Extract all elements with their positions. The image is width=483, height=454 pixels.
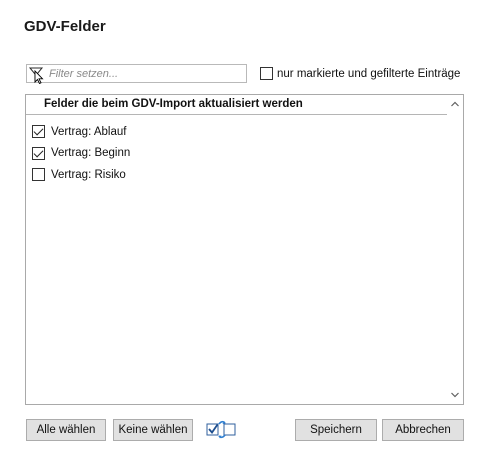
item-label: Vertrag: Beginn xyxy=(51,147,131,160)
item-label: Vertrag: Ablauf xyxy=(51,125,127,138)
item-label: Vertrag: Risiko xyxy=(51,168,126,181)
list-scrollbar[interactable] xyxy=(447,95,463,404)
fields-list: Felder die beim GDV-Import aktualisiert … xyxy=(25,94,464,405)
list-items: Vertrag: Ablauf Vertrag: Beginn Vertrag:… xyxy=(32,121,130,186)
save-button[interactable]: Speichern xyxy=(295,419,377,441)
filter-input[interactable] xyxy=(49,66,239,81)
item-checkbox[interactable] xyxy=(32,168,45,182)
dialog-title: GDV-Felder xyxy=(24,18,106,35)
item-checkbox[interactable] xyxy=(32,146,45,160)
select-none-button[interactable]: Keine wählen xyxy=(113,419,193,441)
item-checkbox[interactable] xyxy=(32,125,45,139)
select-all-button[interactable]: Alle wählen xyxy=(26,419,106,441)
only-marked-label: nur markierte und gefilterte Einträge xyxy=(277,67,461,80)
only-marked-checkbox[interactable]: nur markierte und gefilterte Einträge xyxy=(260,67,460,80)
list-item[interactable]: Vertrag: Ablauf xyxy=(32,121,130,143)
list-item[interactable]: Vertrag: Risiko xyxy=(32,164,130,186)
only-marked-check[interactable] xyxy=(260,67,273,80)
list-item[interactable]: Vertrag: Beginn xyxy=(32,143,130,165)
list-header: Felder die beim GDV-Import aktualisiert … xyxy=(26,95,447,115)
filter-field[interactable] xyxy=(26,64,247,84)
chevron-up-icon[interactable] xyxy=(447,96,463,112)
cancel-button[interactable]: Abbrechen xyxy=(382,419,464,441)
filter-cursor-icon xyxy=(28,67,44,84)
toggle-selection-icon[interactable] xyxy=(204,418,240,440)
chevron-down-icon[interactable] xyxy=(447,387,463,403)
